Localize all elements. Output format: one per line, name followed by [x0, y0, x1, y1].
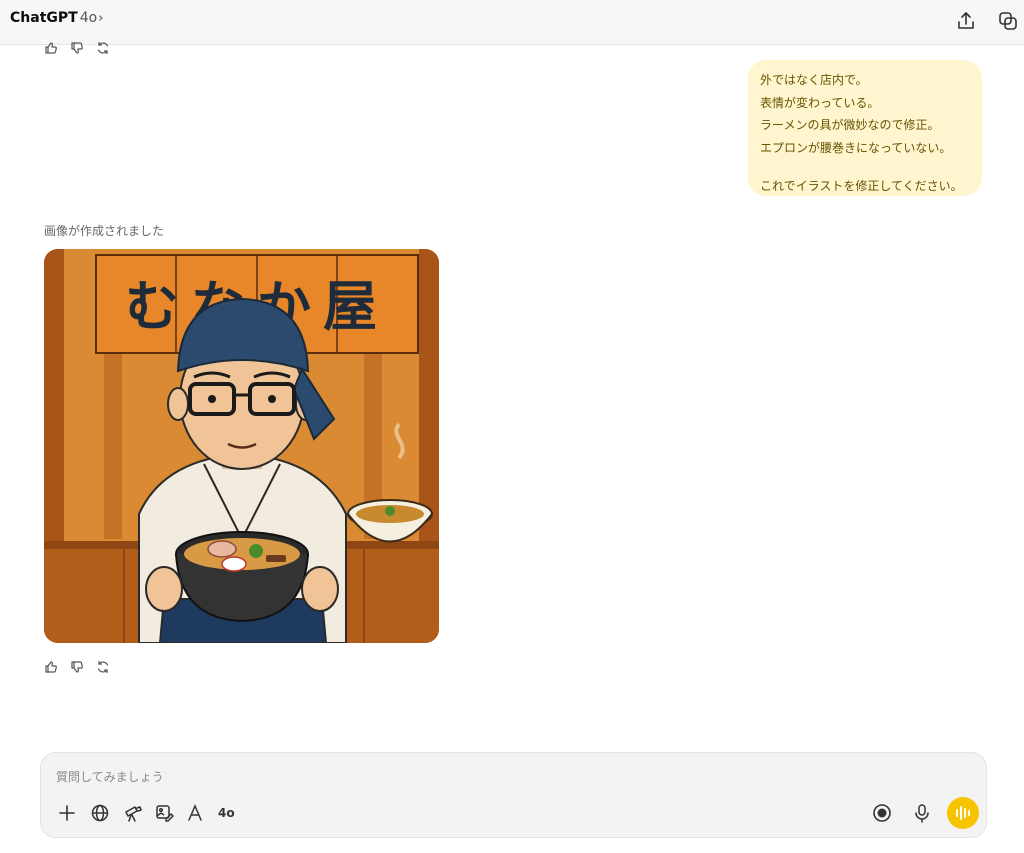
microphone-icon[interactable] [911, 802, 933, 824]
thumbs-up-icon[interactable] [44, 659, 58, 673]
canvas-icon[interactable] [184, 802, 206, 824]
thumbs-down-icon[interactable] [70, 659, 84, 673]
regenerate-icon[interactable] [96, 40, 110, 55]
composer-input[interactable]: 質問してみましょう [56, 768, 164, 785]
model-name: 4o [79, 10, 98, 26]
generated-image[interactable]: むなか屋 [44, 249, 439, 643]
user-message-bubble: 外ではなく店内で。 表情が変わっている。 ラーメンの具が微妙なので修正。 エプロ… [748, 60, 982, 196]
thumbs-up-icon[interactable] [44, 40, 58, 54]
top-bar: ChatGPT 4o› [0, 0, 1024, 45]
app-name: ChatGPT [10, 10, 78, 26]
image-created-caption: 画像が作成されました [44, 224, 165, 238]
share-icon[interactable] [954, 9, 978, 33]
telescope-icon[interactable] [122, 802, 144, 824]
user-message-line: 外ではなく店内で。 [760, 73, 868, 87]
image-edit-icon[interactable] [153, 802, 175, 824]
feedback-row-previous [44, 40, 110, 56]
chevron-right-icon: › [98, 11, 104, 26]
regenerate-icon[interactable] [96, 659, 110, 674]
user-message-line: 表情が変わっている。 [760, 95, 880, 110]
user-message-line: ラーメンの具が微妙なので修正。 [760, 118, 940, 132]
user-message-line: エプロンが腰巻きになっていない。 [760, 140, 952, 155]
voice-mode-icon[interactable] [947, 797, 979, 829]
plus-icon[interactable] [56, 802, 78, 824]
message-composer[interactable]: 質問してみましょう 4o [40, 752, 987, 838]
model-label[interactable]: 4o [218, 806, 235, 820]
thumbs-down-icon[interactable] [70, 40, 84, 54]
feedback-row [44, 659, 110, 675]
model-selector[interactable]: ChatGPT 4o› [10, 10, 104, 26]
new-chat-icon[interactable] [996, 9, 1020, 33]
user-message-line: これでイラストを修正してください。 [760, 179, 963, 193]
globe-icon[interactable] [89, 802, 111, 824]
record-icon[interactable] [871, 802, 893, 824]
